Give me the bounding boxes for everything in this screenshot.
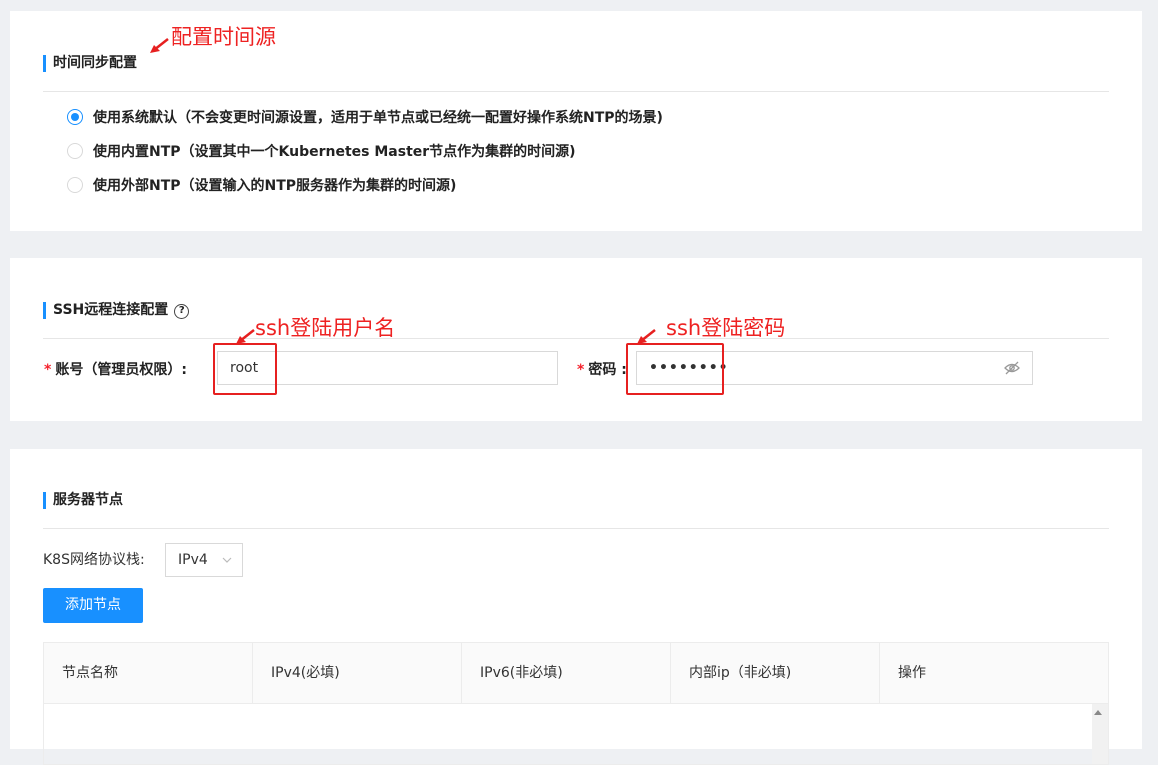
password-label-text: 密码 :	[588, 362, 627, 378]
annotation-arrow-icon	[236, 329, 255, 344]
column-header-ipv4: IPv4(必填)	[253, 643, 462, 703]
radio-unchecked-icon[interactable]	[67, 143, 83, 159]
ntp-option-default-label: 使用系统默认（不会变更时间源设置，适用于单节点或已经统一配置好操作系统NTP的场…	[93, 110, 663, 126]
protocol-select[interactable]: IPv4	[165, 543, 243, 577]
ntp-option-builtin[interactable]: 使用内置NTP（设置其中一个Kubernetes Master节点作为集群的时间…	[67, 141, 576, 161]
chevron-down-icon	[222, 557, 232, 563]
server-nodes-card: 服务器节点 K8S网络协议栈: IPv4 添加节点 节点名称 IPv4(必填) …	[10, 449, 1142, 765]
column-header-actions: 操作	[898, 665, 926, 681]
ssh-divider	[43, 338, 1109, 339]
scroll-up-arrow-icon[interactable]	[1094, 710, 1102, 715]
ntp-section-title: 时间同步配置	[43, 54, 137, 72]
ssh-section-title: SSH远程连接配置?	[43, 301, 190, 319]
password-label: * 密码 :	[577, 361, 627, 379]
ntp-divider	[43, 91, 1109, 92]
required-mark: *	[577, 362, 585, 378]
ssh-config-card: SSH远程连接配置? * 账号（管理员权限）: root * 密码 : ••••••…	[10, 258, 1142, 421]
annotation-arrow-icon	[150, 38, 169, 53]
annotation-username: ssh登陆用户名	[255, 316, 396, 340]
table-header: 节点名称 IPv4(必填) IPv6(非必填) 内部ip（非必填) 操作	[43, 642, 1109, 704]
radio-checked-icon[interactable]	[67, 109, 83, 125]
question-circle-icon[interactable]: ?	[174, 304, 190, 319]
annotation-box-username	[213, 343, 277, 395]
column-header-node-name: 节点名称	[44, 643, 253, 703]
nodes-table: 节点名称 IPv4(必填) IPv6(非必填) 内部ip（非必填) 操作	[43, 642, 1109, 765]
annotation-box-password	[626, 343, 724, 395]
column-header-ipv6: IPv6(非必填)	[462, 643, 671, 703]
account-label: * 账号（管理员权限）:	[44, 361, 187, 379]
protocol-label: K8S网络协议栈:	[43, 552, 145, 568]
ntp-option-external-label: 使用外部NTP（设置输入的NTP服务器作为集群的时间源)	[93, 178, 457, 194]
annotation-arrow-icon	[637, 329, 656, 344]
table-scrollbar[interactable]	[1092, 704, 1108, 764]
required-mark: *	[44, 362, 52, 378]
add-node-button[interactable]: 添加节点	[43, 588, 143, 623]
protocol-select-value: IPv4	[178, 552, 208, 568]
account-label-text: 账号（管理员权限）:	[55, 362, 187, 378]
radio-unchecked-icon[interactable]	[67, 177, 83, 193]
eye-hidden-icon[interactable]	[1004, 361, 1020, 375]
nodes-section-title: 服务器节点	[43, 491, 123, 509]
ntp-option-external[interactable]: 使用外部NTP（设置输入的NTP服务器作为集群的时间源)	[67, 175, 456, 195]
table-body	[43, 704, 1109, 765]
annotation-password: ssh登陆密码	[666, 316, 786, 340]
ntp-option-builtin-label: 使用内置NTP（设置其中一个Kubernetes Master节点作为集群的时间…	[93, 144, 576, 160]
nodes-divider	[43, 528, 1109, 529]
ntp-option-default[interactable]: 使用系统默认（不会变更时间源设置，适用于单节点或已经统一配置好操作系统NTP的场…	[67, 107, 663, 127]
annotation-ntp: 配置时间源	[171, 25, 276, 49]
ntp-config-card: 时间同步配置 使用系统默认（不会变更时间源设置，适用于单节点或已经统一配置好操作…	[10, 11, 1142, 231]
ssh-section-title-text: SSH远程连接配置	[53, 302, 169, 318]
column-header-internal-ip: 内部ip（非必填)	[671, 643, 880, 703]
